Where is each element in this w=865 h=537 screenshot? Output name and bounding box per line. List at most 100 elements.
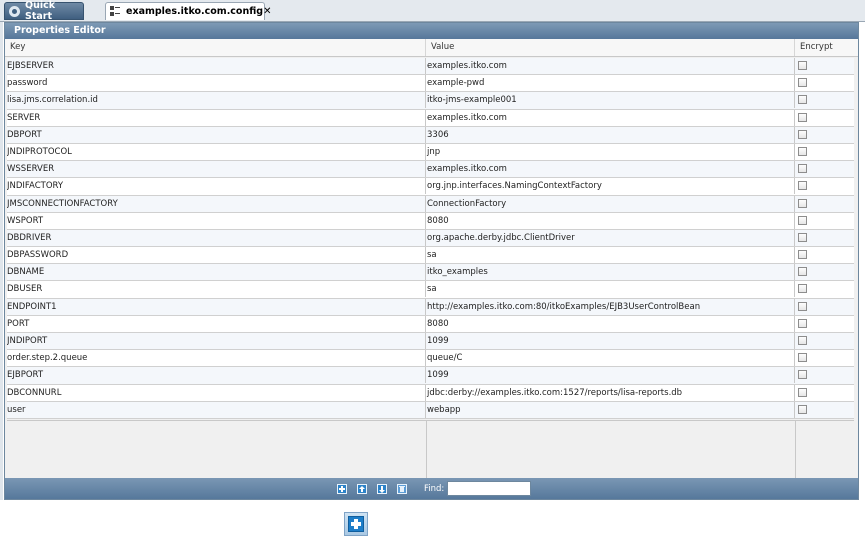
table-row[interactable]: password example-pwd [7,75,854,93]
property-value-cell[interactable]: org.jnp.interfaces.NamingContextFactory [426,178,795,195]
property-key-cell[interactable]: DBCONNURL [7,384,426,401]
property-key-cell[interactable]: WSPORT [7,212,426,229]
move-down-button[interactable] [377,484,387,494]
delete-row-button[interactable] [397,484,407,494]
property-value-cell[interactable]: examples.itko.com [426,161,795,178]
property-key-cell[interactable]: lisa.jms.correlation.id [7,92,426,109]
property-value-cell[interactable]: queue/C [426,350,795,367]
table-row[interactable]: DBPASSWORD sa [7,247,854,265]
table-row[interactable]: WSPORT 8080 [7,212,854,230]
property-value-cell[interactable]: webapp [426,401,795,418]
property-value-cell[interactable]: 8080 [426,212,795,229]
table-row[interactable]: DBNAME itko_examples [7,264,854,282]
encrypt-checkbox[interactable] [798,301,807,311]
add-row-button[interactable] [337,484,347,494]
move-up-button[interactable] [357,484,367,494]
column-header-key[interactable]: Key [5,39,426,56]
encrypt-checkbox[interactable] [798,370,807,380]
property-key-cell[interactable]: DBPASSWORD [7,247,426,264]
table-row[interactable]: ENDPOINT1 http://examples.itko.com:80/itk… [7,298,854,316]
property-value-cell[interactable]: ConnectionFactory [426,195,795,212]
close-tab-icon[interactable]: ✕ [263,6,271,17]
property-value-cell[interactable]: sa [426,247,795,264]
encrypt-checkbox[interactable] [798,129,807,139]
property-key-cell[interactable]: JMSCONNECTIONFACTORY [7,195,426,212]
plus-icon [348,516,364,532]
property-key-cell[interactable]: PORT [7,315,426,332]
encrypt-checkbox[interactable] [798,61,807,70]
encrypt-checkbox[interactable] [798,232,807,242]
property-value-cell[interactable]: itko-jms-example001 [426,92,795,109]
property-value-cell[interactable]: jnp [426,143,795,160]
properties-table: EJBSERVER examples.itko.com password exampl… [7,58,854,419]
encrypt-checkbox[interactable] [798,181,807,191]
tab-quick-start[interactable]: Quick Start [4,0,84,22]
property-key-cell[interactable]: DBDRIVER [7,229,426,246]
encrypt-checkbox[interactable] [798,164,807,174]
encrypt-checkbox[interactable] [798,404,807,414]
encrypt-checkbox[interactable] [798,215,807,225]
table-row[interactable]: order.step.2.queue queue/C [7,350,854,368]
property-key-cell[interactable]: DBNAME [7,264,426,281]
property-key-cell[interactable]: SERVER [7,109,426,126]
table-row[interactable]: PORT 8080 [7,315,854,333]
encrypt-checkbox[interactable] [798,250,807,260]
property-value-cell[interactable]: examples.itko.com [426,109,795,126]
table-row[interactable]: EJBSERVER examples.itko.com [7,58,854,76]
table-row[interactable]: user webapp [7,401,854,419]
add-property-button[interactable] [344,512,368,536]
property-value-cell[interactable]: sa [426,281,795,298]
property-key-cell[interactable]: JNDIFACTORY [7,178,426,195]
property-key-cell[interactable]: ENDPOINT1 [7,298,426,315]
table-row[interactable]: DBUSER sa [7,281,854,299]
property-value-cell[interactable]: jdbc:derby://examples.itko.com:1527/repo… [426,384,795,401]
encrypt-checkbox[interactable] [798,112,807,122]
table-row[interactable]: JMSCONNECTIONFACTORY ConnectionFactory [7,195,854,213]
table-row[interactable]: DBCONNURL jdbc:derby://examples.itko.com:… [7,384,854,402]
encrypt-checkbox[interactable] [798,267,807,277]
property-value-cell[interactable]: 8080 [426,315,795,332]
table-row[interactable]: DBPORT 3306 [7,126,854,144]
property-value-cell[interactable]: examples.itko.com [426,58,795,74]
encrypt-checkbox[interactable] [798,198,807,208]
encrypt-cell [795,402,854,418]
encrypt-checkbox[interactable] [798,336,807,345]
property-value-cell[interactable]: 1099 [426,367,795,384]
property-key-cell[interactable]: DBPORT [7,126,426,143]
table-row[interactable]: JNDIPROTOCOL jnp [7,143,854,162]
column-header-value[interactable]: Value [426,39,795,56]
property-value-cell[interactable]: org.apache.derby.jdbc.ClientDriver [426,229,795,246]
property-value-cell[interactable]: http://examples.itko.com:80/itkoExamples… [426,298,795,315]
property-value-cell[interactable]: 3306 [426,126,795,143]
encrypt-checkbox[interactable] [798,284,807,294]
encrypt-checkbox[interactable] [798,95,807,105]
property-key-cell[interactable]: DBUSER [7,281,426,298]
encrypt-checkbox[interactable] [798,78,807,88]
property-key-cell[interactable]: JNDIPROTOCOL [7,143,426,160]
property-value-cell[interactable]: example-pwd [426,75,795,92]
property-key-cell[interactable]: password [7,75,426,92]
property-key-cell[interactable]: JNDIPORT [7,333,426,349]
property-value-cell[interactable]: 1099 [426,333,795,349]
encrypt-checkbox[interactable] [798,318,807,328]
table-row[interactable]: lisa.jms.correlation.id itko-jms-example0… [7,92,854,110]
table-row[interactable]: EJBPORT 1099 [7,367,854,385]
property-key-cell[interactable]: WSSERVER [7,161,426,178]
column-header-encrypt[interactable]: Encrypt [795,39,859,56]
property-key-cell[interactable]: EJBPORT [7,367,426,384]
table-row[interactable]: DBDRIVER org.apache.derby.jdbc.ClientDriv… [7,229,854,248]
tab-config-file[interactable]: examples.itko.com.config ✕ [105,2,271,20]
encrypt-checkbox[interactable] [798,387,807,397]
encrypt-checkbox[interactable] [798,353,807,363]
encrypt-cell [795,350,854,366]
table-row[interactable]: JNDIFACTORY org.jnp.interfaces.NamingCont… [7,178,854,196]
property-key-cell[interactable]: EJBSERVER [7,58,426,74]
table-row[interactable]: JNDIPORT 1099 [7,333,854,351]
table-row[interactable]: SERVER examples.itko.com [7,109,854,127]
find-input[interactable] [447,481,531,496]
table-row[interactable]: WSSERVER examples.itko.com [7,161,854,179]
property-key-cell[interactable]: order.step.2.queue [7,350,426,367]
property-value-cell[interactable]: itko_examples [426,264,795,281]
property-key-cell[interactable]: user [7,401,426,418]
encrypt-checkbox[interactable] [798,146,807,156]
